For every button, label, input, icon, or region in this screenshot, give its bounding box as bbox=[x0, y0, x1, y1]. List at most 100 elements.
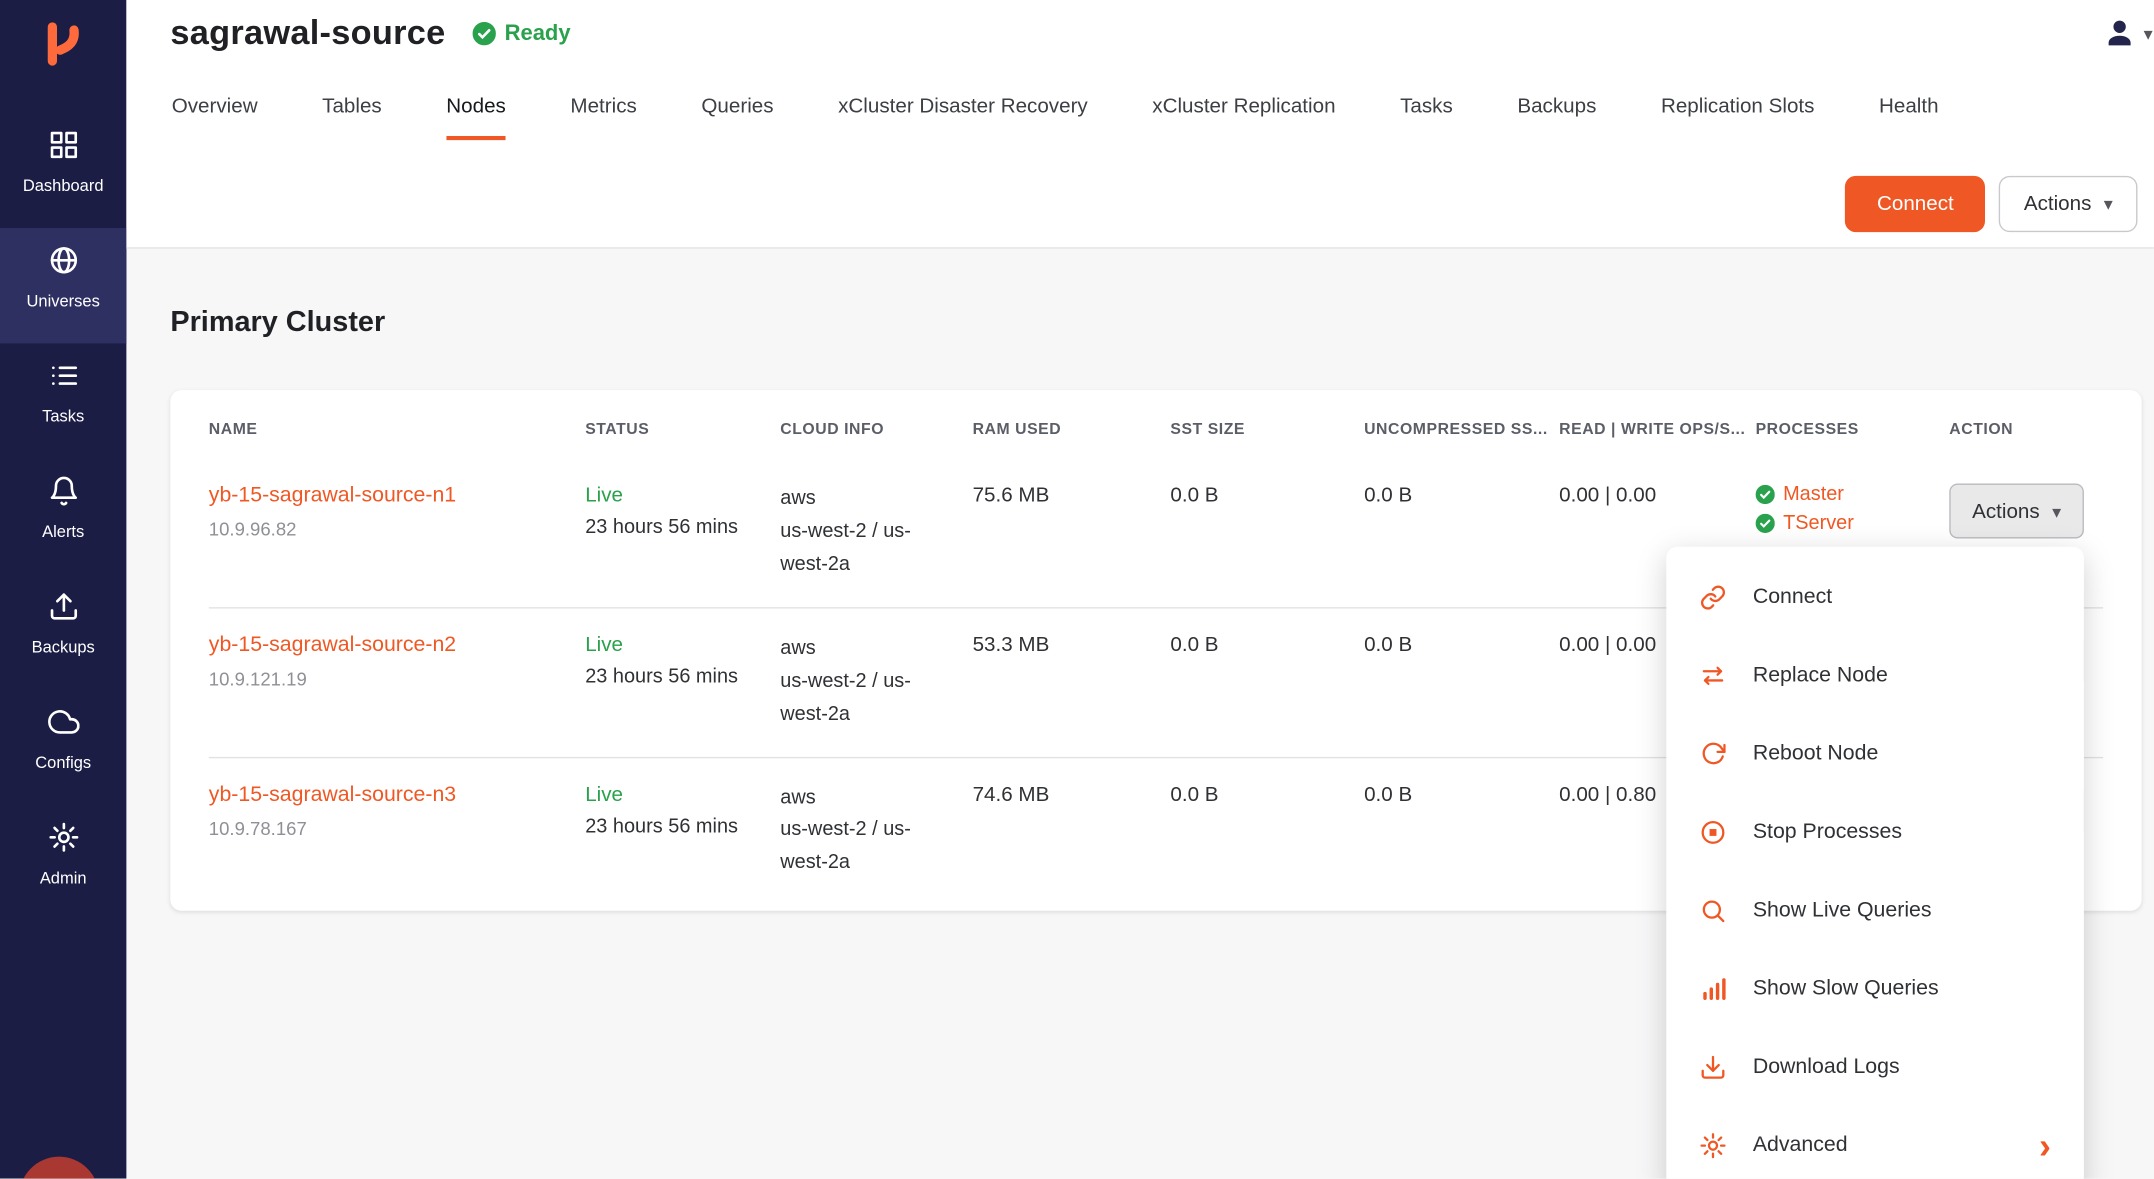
process-tserver-link[interactable]: TServer bbox=[1783, 512, 1854, 534]
ram-used-cell: 75.6 MB bbox=[973, 484, 1171, 583]
tab-backups[interactable]: Backups bbox=[1517, 95, 1596, 140]
sidebar-item-alerts[interactable]: Alerts bbox=[0, 459, 126, 574]
node-status: Live bbox=[585, 633, 761, 656]
sidebar-item-admin[interactable]: Admin bbox=[0, 805, 126, 920]
user-menu[interactable]: ▾ bbox=[2104, 16, 2153, 49]
uncompressed-sst-cell: 0.0 B bbox=[1364, 484, 1559, 583]
alerts-icon bbox=[47, 475, 79, 513]
sidebar-item-label: Admin bbox=[40, 868, 87, 887]
tab-overview[interactable]: Overview bbox=[172, 95, 258, 140]
node-uptime: 23 hours 56 mins bbox=[585, 666, 761, 688]
table-header-row: NAME STATUS CLOUD INFO RAM USED SST SIZE… bbox=[209, 390, 2103, 459]
column-header-action: ACTION bbox=[1949, 422, 2103, 438]
tab-health[interactable]: Health bbox=[1879, 95, 1939, 140]
menu-item-reboot-node[interactable]: Reboot Node bbox=[1666, 714, 2084, 792]
tab-xcluster-replication[interactable]: xCluster Replication bbox=[1152, 95, 1335, 140]
chevron-down-icon: ▾ bbox=[2104, 195, 2113, 213]
cloud-info-cell: aws us-west-2 / us-west-2a bbox=[780, 782, 972, 881]
menu-item-replace-node[interactable]: Replace Node bbox=[1666, 636, 2084, 714]
universe-header: sagrawal-source Ready ▾ Overview Tables bbox=[126, 0, 2154, 249]
tab-nodes[interactable]: Nodes bbox=[446, 95, 506, 140]
name-cell: yb-15-sagrawal-source-n3 10.9.78.167 bbox=[209, 782, 585, 881]
menu-item-stop-processes[interactable]: Stop Processes bbox=[1666, 793, 2084, 871]
column-header-read-write-ops: READ | WRITE OPS/S... bbox=[1559, 422, 1755, 438]
page-title: sagrawal-source bbox=[170, 14, 445, 54]
sidebar-item-configs[interactable]: Configs bbox=[0, 690, 126, 805]
menu-item-label: Download Logs bbox=[1753, 1054, 1900, 1079]
app-window: Dashboard Universes Tasks Alerts bbox=[0, 0, 2154, 1179]
yugabyte-logo-icon bbox=[38, 16, 87, 71]
node-zone: us-west-2 / us-west-2a bbox=[780, 516, 953, 582]
sst-size-cell: 0.0 B bbox=[1170, 633, 1364, 732]
uncompressed-sst-cell: 0.0 B bbox=[1364, 782, 1559, 881]
status-cell: Live 23 hours 56 mins bbox=[585, 782, 780, 881]
sidebar-item-label: Universes bbox=[27, 291, 100, 310]
stop-icon bbox=[1699, 818, 1726, 845]
sidebar-item-label: Configs bbox=[35, 753, 91, 772]
status-cell: Live 23 hours 56 mins bbox=[585, 633, 780, 732]
menu-item-label: Stop Processes bbox=[1753, 819, 1902, 844]
node-ip: 10.9.121.19 bbox=[209, 669, 566, 690]
node-actions-menu: Connect Replace Node Reboot Node Stop Pr… bbox=[1666, 547, 2084, 1179]
sidebar-item-label: Backups bbox=[32, 637, 95, 656]
column-header-processes: PROCESSES bbox=[1756, 422, 1950, 438]
node-cloud: aws bbox=[780, 782, 953, 815]
tab-queries[interactable]: Queries bbox=[701, 95, 773, 140]
user-icon bbox=[2104, 16, 2137, 49]
section-title: Primary Cluster bbox=[170, 306, 2141, 339]
connect-button[interactable]: Connect bbox=[1845, 176, 1985, 232]
menu-item-download-logs[interactable]: Download Logs bbox=[1666, 1028, 2084, 1106]
tab-xcluster-disaster-recovery[interactable]: xCluster Disaster Recovery bbox=[838, 95, 1088, 140]
tab-metrics[interactable]: Metrics bbox=[570, 95, 636, 140]
actions-button[interactable]: Actions ▾ bbox=[1999, 176, 2137, 232]
ram-used-cell: 53.3 MB bbox=[973, 633, 1171, 732]
node-cloud: aws bbox=[780, 484, 953, 517]
menu-item-label: Show Slow Queries bbox=[1753, 976, 1939, 1001]
sidebar-item-universes[interactable]: Universes bbox=[0, 228, 126, 343]
menu-item-show-slow-queries[interactable]: Show Slow Queries bbox=[1666, 949, 2084, 1027]
swap-icon bbox=[1699, 661, 1726, 688]
ram-used-cell: 74.6 MB bbox=[973, 782, 1171, 881]
link-icon bbox=[1699, 583, 1726, 610]
menu-item-advanced[interactable]: Advanced › bbox=[1666, 1106, 2084, 1179]
chevron-right-icon: › bbox=[2039, 1127, 2051, 1163]
download-icon bbox=[1699, 1053, 1726, 1080]
node-cloud: aws bbox=[780, 633, 953, 666]
node-ip: 10.9.96.82 bbox=[209, 519, 566, 540]
chevron-down-icon: ▾ bbox=[2052, 502, 2061, 520]
node-name-link[interactable]: yb-15-sagrawal-source-n2 bbox=[209, 633, 566, 658]
column-header-ram-used: RAM USED bbox=[973, 422, 1171, 438]
status-badge: Ready bbox=[473, 21, 571, 46]
tab-replication-slots[interactable]: Replication Slots bbox=[1661, 95, 1814, 140]
menu-item-connect[interactable]: Connect bbox=[1666, 558, 2084, 636]
node-ip: 10.9.78.167 bbox=[209, 818, 566, 839]
row-actions-button[interactable]: Actions ▾ bbox=[1949, 484, 2084, 539]
help-bubble[interactable] bbox=[19, 1157, 99, 1179]
column-header-uncompressed-sst: UNCOMPRESSED SS... bbox=[1364, 422, 1559, 438]
cloud-info-cell: aws us-west-2 / us-west-2a bbox=[780, 633, 972, 732]
node-status: Live bbox=[585, 484, 761, 507]
name-cell: yb-15-sagrawal-source-n2 10.9.121.19 bbox=[209, 633, 585, 732]
sidebar-item-backups[interactable]: Backups bbox=[0, 574, 126, 689]
menu-item-show-live-queries[interactable]: Show Live Queries bbox=[1666, 871, 2084, 949]
sidebar-item-dashboard[interactable]: Dashboard bbox=[0, 113, 126, 228]
check-circle-icon bbox=[1756, 485, 1775, 504]
node-zone: us-west-2 / us-west-2a bbox=[780, 815, 953, 881]
tab-tasks[interactable]: Tasks bbox=[1400, 95, 1453, 140]
dashboard-icon bbox=[47, 129, 79, 167]
yugabyte-logo[interactable] bbox=[0, 0, 126, 113]
status-cell: Live 23 hours 56 mins bbox=[585, 484, 780, 583]
sidebar-item-tasks[interactable]: Tasks bbox=[0, 343, 126, 458]
menu-item-label: Reboot Node bbox=[1753, 741, 1878, 766]
row-actions-button-label: Actions bbox=[1972, 499, 2040, 522]
tab-tables[interactable]: Tables bbox=[322, 95, 382, 140]
node-name-link[interactable]: yb-15-sagrawal-source-n3 bbox=[209, 782, 566, 807]
node-name-link[interactable]: yb-15-sagrawal-source-n1 bbox=[209, 484, 566, 509]
menu-item-label: Connect bbox=[1753, 585, 1832, 610]
name-cell: yb-15-sagrawal-source-n1 10.9.96.82 bbox=[209, 484, 585, 583]
chevron-down-icon: ▾ bbox=[2144, 24, 2153, 42]
check-circle-icon bbox=[473, 22, 496, 45]
sidebar-nav: Dashboard Universes Tasks Alerts bbox=[0, 113, 126, 921]
process-master-link[interactable]: Master bbox=[1783, 484, 1844, 506]
column-header-name: NAME bbox=[209, 422, 585, 438]
